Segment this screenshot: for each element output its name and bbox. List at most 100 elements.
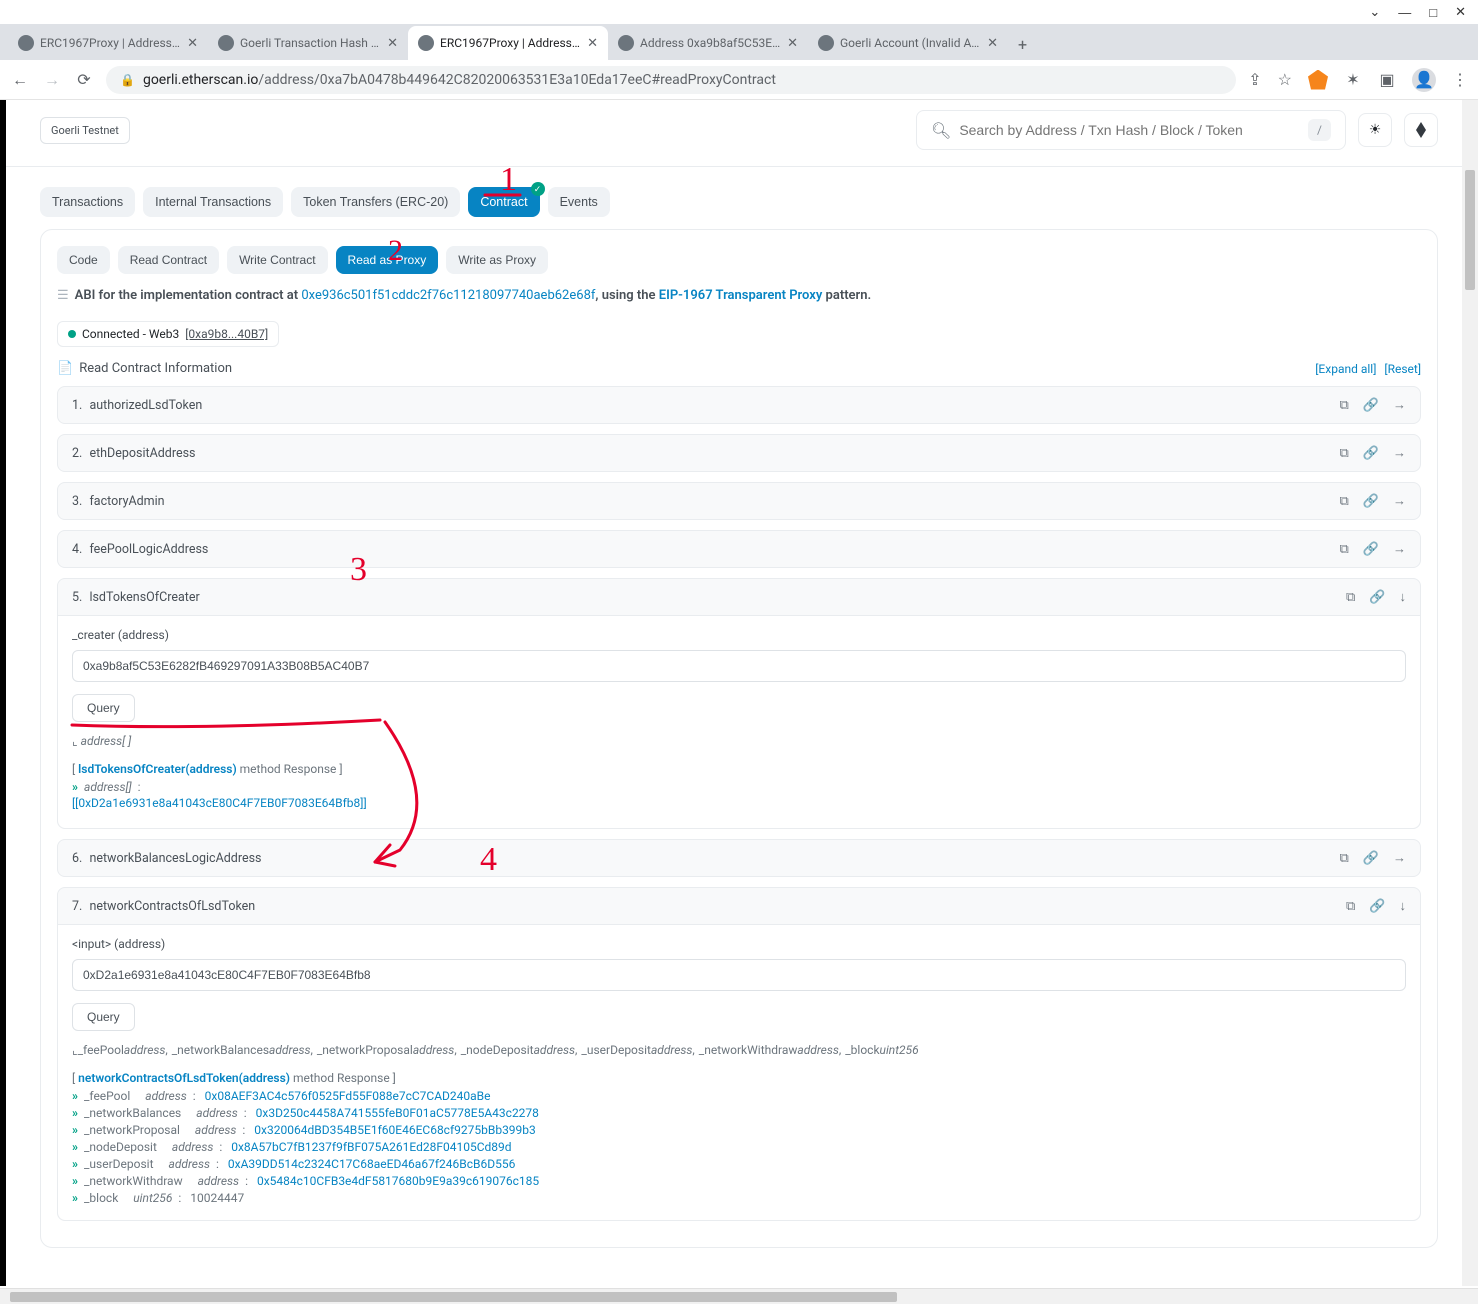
- subtab-read-contract[interactable]: Read Contract: [118, 246, 219, 274]
- result-address-link[interactable]: 0x5484c10CFB3e4dF5817680b9E9a39c619076c1…: [257, 1174, 539, 1188]
- permalink-icon[interactable]: 🔗: [1363, 542, 1379, 557]
- subtab-read-as-proxy[interactable]: Read as Proxy: [336, 246, 439, 274]
- expand-arrow-icon[interactable]: →: [1393, 850, 1406, 866]
- permalink-icon[interactable]: 🔗: [1369, 590, 1385, 605]
- result-address-link[interactable]: 0x08AEF3AC4c576f0525Fd55F088e7cC7CAD240a…: [205, 1089, 491, 1103]
- web3-connection-pill[interactable]: Connected - Web3 [0xa9b8...40B7]: [57, 321, 279, 347]
- copy-icon[interactable]: ⧉: [1340, 494, 1349, 509]
- query-button[interactable]: Query: [72, 1003, 135, 1031]
- nav-reload-icon[interactable]: ⟳: [74, 70, 94, 89]
- double-chevron-icon: »: [72, 1089, 78, 1103]
- function-header[interactable]: 3. factoryAdmin ⧉🔗→: [58, 483, 1420, 519]
- search-input-wrap[interactable]: 🔍︎ /: [916, 110, 1346, 150]
- tab-internal-transactions[interactable]: Internal Transactions: [143, 187, 283, 217]
- double-chevron-icon: »: [72, 1191, 78, 1205]
- function-header[interactable]: 2. ethDepositAddress ⧉🔗→: [58, 435, 1420, 471]
- permalink-icon[interactable]: 🔗: [1363, 851, 1379, 866]
- query-button[interactable]: Query: [72, 694, 135, 722]
- tab-close-icon[interactable]: ✕: [787, 36, 798, 51]
- tab-close-icon[interactable]: ✕: [387, 36, 398, 51]
- expand-arrow-icon[interactable]: →: [1393, 445, 1406, 461]
- copy-icon[interactable]: ⧉: [1340, 398, 1349, 413]
- window-minimize-icon[interactable]: —: [1398, 5, 1411, 20]
- collapse-arrow-icon[interactable]: ↓: [1400, 589, 1407, 605]
- response-header: [ networkContractsOfLsdToken(address) me…: [72, 1071, 1406, 1085]
- result-address-link[interactable]: 0x3D250c4458A741555feB0F01aC5778E5A43c22…: [256, 1106, 539, 1120]
- proxy-pattern-link[interactable]: EIP-1967 Transparent Proxy: [659, 288, 823, 303]
- metamask-icon[interactable]: [1308, 70, 1328, 90]
- result-type: address: [198, 1174, 239, 1188]
- tab-close-icon[interactable]: ✕: [587, 36, 598, 51]
- browser-tab[interactable]: Goerli Transaction Hash (Txha… ✕: [208, 26, 408, 60]
- page-content: Goerli Testnet 🔍︎ / ☀ Transactions Inter…: [0, 100, 1478, 1288]
- browser-tab[interactable]: ERC1967Proxy | Address 0x…✕: [8, 26, 208, 60]
- function-header[interactable]: 1. authorizedLsdToken ⧉🔗→: [58, 387, 1420, 423]
- reset-link[interactable]: [Reset]: [1384, 362, 1421, 376]
- expand-arrow-icon[interactable]: →: [1393, 541, 1406, 557]
- permalink-icon[interactable]: 🔗: [1363, 446, 1379, 461]
- function-header[interactable]: 7. networkContractsOfLsdToken ⧉🔗↓: [58, 888, 1420, 924]
- permalink-icon[interactable]: 🔗: [1363, 398, 1379, 413]
- function-header[interactable]: 5. lsdTokensOfCreater ⧉🔗↓: [58, 579, 1420, 615]
- func-name: feePoolLogicAddress: [89, 542, 208, 557]
- window-maximize-icon[interactable]: □: [1429, 5, 1437, 20]
- tab-contract[interactable]: Contract: [468, 187, 539, 217]
- function-header[interactable]: 6. networkBalancesLogicAddress ⧉🔗→: [58, 840, 1420, 876]
- subtab-code[interactable]: Code: [57, 246, 110, 274]
- param-input[interactable]: [72, 650, 1406, 682]
- vertical-scrollbar[interactable]: [1462, 100, 1478, 1286]
- side-panel-icon[interactable]: ▣: [1378, 70, 1396, 89]
- theme-toggle-button[interactable]: ☀: [1358, 113, 1392, 147]
- bookmark-star-icon[interactable]: ☆: [1278, 70, 1292, 89]
- address-bar[interactable]: 🔒 goerli.etherscan.io/address/0xa7bA0478…: [106, 66, 1236, 94]
- param-input[interactable]: [72, 959, 1406, 991]
- tab-close-icon[interactable]: ✕: [987, 36, 998, 51]
- window-dropdown-icon[interactable]: ⌄: [1369, 4, 1380, 20]
- copy-icon[interactable]: ⧉: [1340, 851, 1349, 866]
- extensions-icon[interactable]: ✶: [1344, 70, 1362, 89]
- network-badge[interactable]: Goerli Testnet: [40, 117, 130, 144]
- implementation-link[interactable]: 0xe936c501f51cddc2f76c11218097740aeb62e6…: [301, 288, 595, 303]
- chain-selector-button[interactable]: [1404, 113, 1438, 147]
- permalink-icon[interactable]: 🔗: [1369, 899, 1385, 914]
- result-address-link[interactable]: 0xA39DD514c2324C17C68aeED46a67f246BcB6D5…: [228, 1157, 515, 1171]
- tab-close-icon[interactable]: ✕: [187, 36, 198, 51]
- copy-icon[interactable]: ⧉: [1346, 590, 1355, 605]
- expand-all-link[interactable]: [Expand all]: [1315, 362, 1376, 376]
- share-icon[interactable]: ⇪: [1248, 70, 1261, 89]
- subtab-write-contract[interactable]: Write Contract: [227, 246, 327, 274]
- nav-back-icon[interactable]: ←: [10, 70, 30, 90]
- menu-kebab-icon[interactable]: ⋮: [1452, 70, 1468, 89]
- double-chevron-icon: »: [72, 1174, 78, 1188]
- expand-arrow-icon[interactable]: →: [1393, 397, 1406, 413]
- copy-icon[interactable]: ⧉: [1340, 542, 1349, 557]
- nav-forward-icon[interactable]: →: [42, 70, 62, 90]
- profile-avatar-icon[interactable]: 👤: [1412, 68, 1436, 92]
- browser-tab[interactable]: Goerli Account (Invalid Addre…✕: [808, 26, 1008, 60]
- response-address-link[interactable]: [[0xD2a1e6931e8a41043cE80C4F7EB0F7083E64…: [72, 796, 367, 810]
- function-item-expanded: 5. lsdTokensOfCreater ⧉🔗↓ _creater (addr…: [57, 578, 1421, 829]
- window-close-icon[interactable]: ✕: [1455, 4, 1466, 20]
- tab-transactions[interactable]: Transactions: [40, 187, 135, 217]
- result-address-link[interactable]: 0x8A57bC7fB1237f9fBF075A261Ed28F04105Cd8…: [231, 1140, 511, 1154]
- search-input[interactable]: [959, 122, 1308, 138]
- expand-arrow-icon[interactable]: →: [1393, 493, 1406, 509]
- subtab-write-as-proxy[interactable]: Write as Proxy: [446, 246, 548, 274]
- tab-events[interactable]: Events: [548, 187, 610, 217]
- browser-tab-active[interactable]: ERC1967Proxy | Address 0xa7…✕: [408, 26, 608, 60]
- tab-title: Goerli Transaction Hash (Txha…: [240, 36, 381, 50]
- browser-tab[interactable]: Address 0xa9b8af5C53E6282f…✕: [608, 26, 808, 60]
- collapse-arrow-icon[interactable]: ↓: [1400, 898, 1407, 914]
- func-name: authorizedLsdToken: [89, 398, 202, 413]
- param-label: _creater (address): [72, 628, 1406, 642]
- sun-icon: ☀: [1369, 122, 1382, 138]
- tab-token-transfers[interactable]: Token Transfers (ERC-20): [291, 187, 460, 217]
- contract-sub-tab-row: Code Read Contract Write Contract Read a…: [57, 246, 1421, 274]
- connected-address-link[interactable]: [0xa9b8...40B7]: [185, 327, 268, 341]
- function-header[interactable]: 4. feePoolLogicAddress ⧉🔗→: [58, 531, 1420, 567]
- copy-icon[interactable]: ⧉: [1340, 446, 1349, 461]
- permalink-icon[interactable]: 🔗: [1363, 494, 1379, 509]
- new-tab-button[interactable]: +: [1008, 29, 1037, 60]
- copy-icon[interactable]: ⧉: [1346, 899, 1355, 914]
- result-address-link[interactable]: 0x320064dBD354B5E1f60E46EC68cf9275bBb399…: [254, 1123, 535, 1137]
